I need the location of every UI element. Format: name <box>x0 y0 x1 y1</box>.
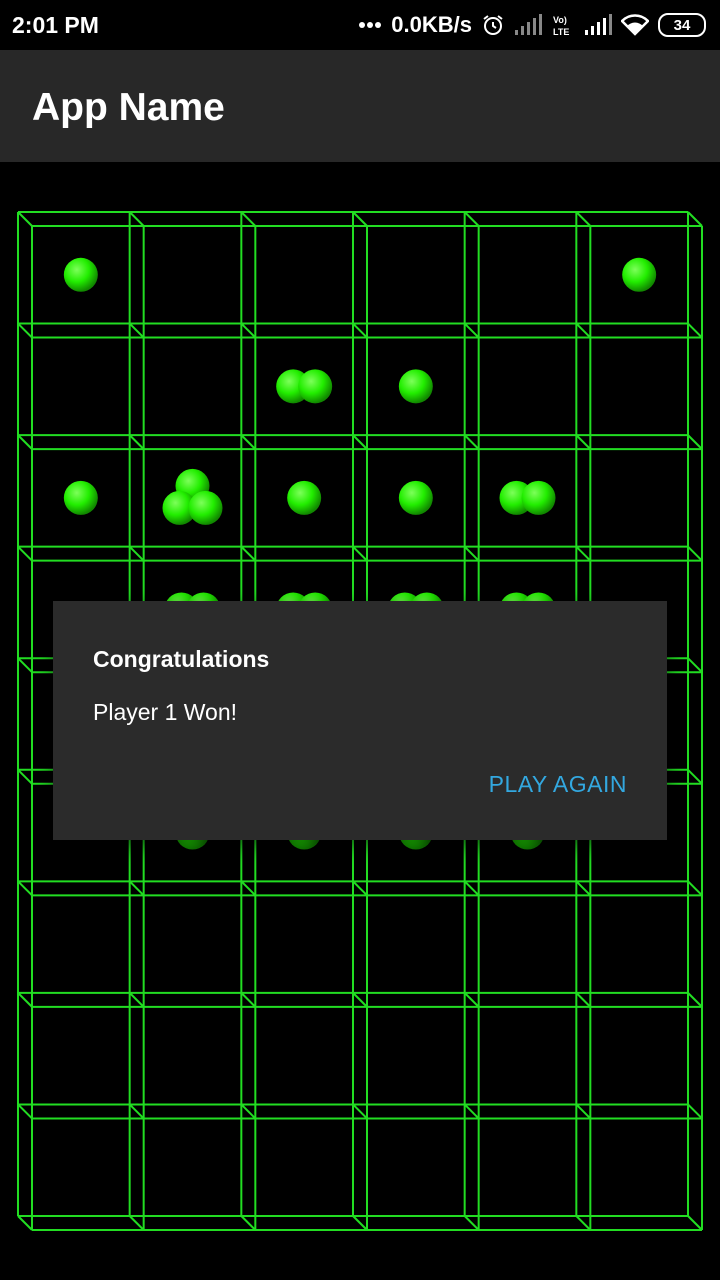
dialog-message: Player 1 Won! <box>93 699 238 725</box>
dialog-scrim: Congratulations Player 1 Won! PLAY AGAIN <box>0 0 720 1280</box>
dialog-title: Congratulations <box>93 646 270 672</box>
play-again-button[interactable]: PLAY AGAIN <box>489 771 627 798</box>
win-dialog: Congratulations Player 1 Won! PLAY AGAIN <box>53 601 667 840</box>
